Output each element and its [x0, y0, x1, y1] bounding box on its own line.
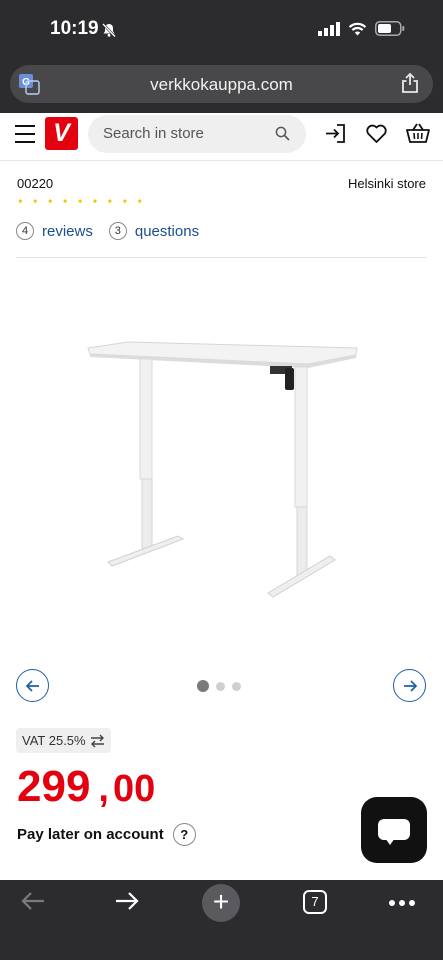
status-bar: 10:19: [0, 0, 443, 60]
questions-count: 3: [108, 222, 127, 240]
back-arrow-icon[interactable]: [20, 890, 46, 912]
pay-later-help-button[interactable]: ?: [172, 823, 196, 846]
status-icons: [318, 21, 405, 36]
logo-letter: V: [53, 119, 70, 147]
pay-later: Pay later on account ?: [17, 823, 196, 846]
carousel-dots: [197, 680, 241, 692]
tabs-button[interactable]: 7: [303, 890, 327, 914]
site-header: V Search in store: [0, 113, 443, 161]
product-image[interactable]: [80, 330, 365, 605]
chat-button[interactable]: [361, 797, 427, 863]
reviews-link[interactable]: reviews: [42, 223, 93, 240]
price-separator: ,: [98, 768, 109, 810]
search-icon[interactable]: [275, 126, 290, 141]
divider: [16, 257, 427, 258]
pay-later-label: Pay later on account: [17, 826, 164, 843]
store-availability[interactable]: Helsinki store: [348, 176, 426, 191]
status-time: 10:19: [50, 18, 99, 39]
product-price: 299, 00: [17, 762, 155, 812]
signal-icon: [318, 21, 340, 36]
chevron-left-icon: [25, 680, 39, 692]
price-cents: 00: [112, 768, 156, 810]
address-bar[interactable]: G verkkokauppa.com: [10, 65, 433, 103]
carousel-prev-button[interactable]: [16, 669, 49, 702]
search-input[interactable]: Search in store: [88, 115, 306, 153]
reviews-count: 4: [16, 222, 34, 240]
search-placeholder: Search in store: [103, 125, 204, 142]
carousel-next-button[interactable]: [393, 669, 426, 702]
chevron-right-icon: [404, 680, 418, 692]
price-whole: 299: [17, 762, 91, 811]
url-text: verkkokauppa.com: [150, 75, 293, 94]
new-tab-button[interactable]: +: [202, 884, 240, 922]
carousel-dot[interactable]: [232, 681, 241, 691]
share-icon[interactable]: [400, 72, 420, 94]
store-logo[interactable]: V: [45, 117, 78, 150]
forward-arrow-icon[interactable]: [114, 890, 140, 912]
rating-stars: ✦ ✦ ✦ ✦ ✦ ✦ ✦ ✦ ✦: [17, 197, 147, 206]
vat-label: VAT 25.5%: [22, 733, 86, 748]
product-sku: 00220: [17, 176, 54, 191]
more-icon[interactable]: [389, 900, 415, 906]
heart-icon[interactable]: [365, 122, 388, 145]
bell-slash-icon: [102, 23, 116, 38]
tab-count: 7: [311, 894, 319, 909]
login-icon[interactable]: [324, 122, 347, 145]
carousel-dot[interactable]: [197, 680, 209, 692]
battery-icon: [375, 21, 405, 36]
hamburger-menu-icon[interactable]: [15, 125, 35, 143]
review-links: 4 reviews 3 questions: [16, 222, 215, 240]
wifi-icon: [348, 22, 367, 35]
plus-icon: +: [212, 886, 230, 917]
questions-link[interactable]: questions: [135, 223, 199, 240]
basket-icon[interactable]: [406, 122, 430, 145]
vat-toggle[interactable]: VAT 25.5%: [16, 728, 111, 753]
carousel-dot[interactable]: [216, 681, 225, 691]
browser-toolbar: + 7: [0, 880, 443, 960]
swap-icon: [90, 734, 104, 747]
browser-address-area: G verkkokauppa.com: [0, 60, 443, 113]
